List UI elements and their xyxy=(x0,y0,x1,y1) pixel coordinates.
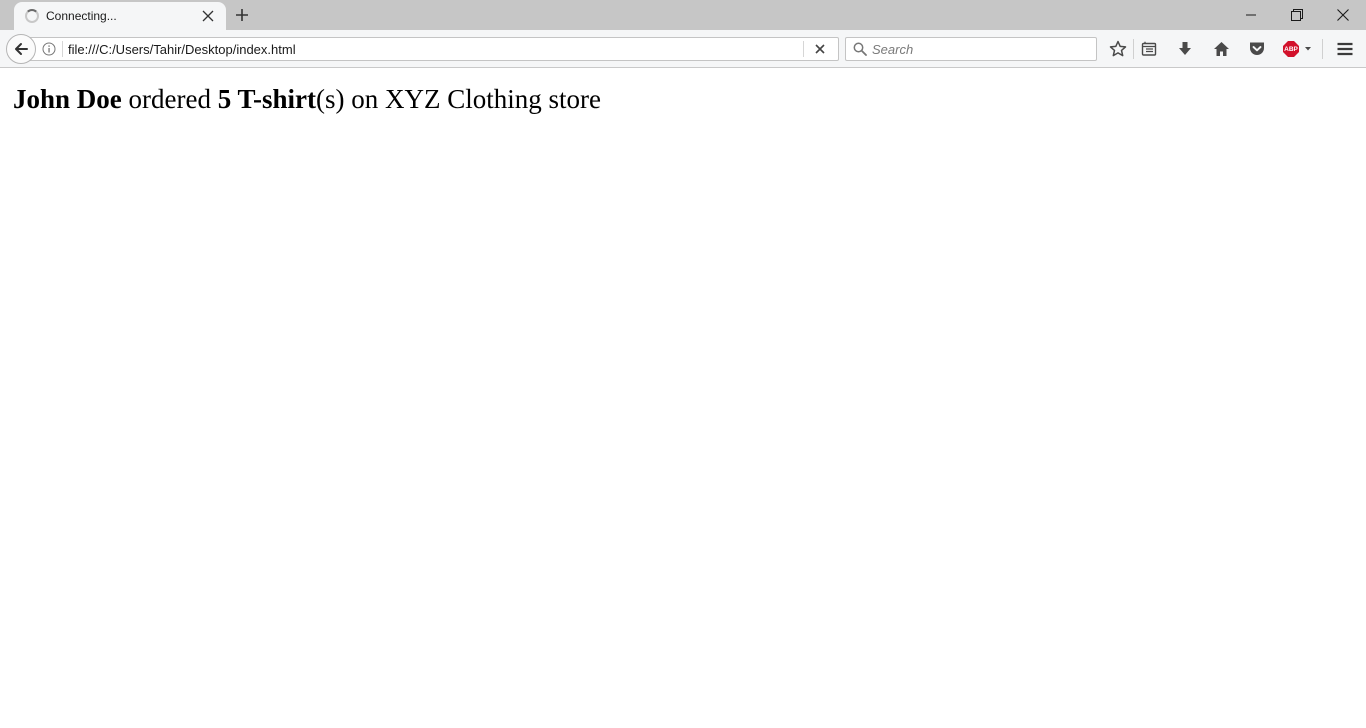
site-info-icon[interactable] xyxy=(42,42,56,56)
order-suffix: (s) on XYZ Clothing store xyxy=(316,84,601,114)
url-stop-separator xyxy=(803,41,804,57)
pocket-icon[interactable] xyxy=(1246,38,1268,60)
adblock-plus-icon[interactable]: ABP xyxy=(1281,38,1315,60)
window-minimize-button[interactable] xyxy=(1228,0,1274,30)
navigation-toolbar: file:///C:/Users/Tahir/Desktop/index.htm… xyxy=(0,30,1366,68)
tab-title: Connecting... xyxy=(46,9,117,23)
page-content: John Doe ordered 5 T-shirt(s) on XYZ Clo… xyxy=(0,69,1366,728)
url-text[interactable]: file:///C:/Users/Tahir/Desktop/index.htm… xyxy=(68,42,296,57)
adblock-label: ABP xyxy=(1284,46,1298,53)
reading-list-icon[interactable] xyxy=(1138,38,1160,60)
toolbar-separator xyxy=(1322,39,1323,59)
menu-icon[interactable] xyxy=(1334,38,1356,60)
loading-spinner-icon xyxy=(25,9,39,23)
url-bar[interactable]: file:///C:/Users/Tahir/Desktop/index.htm… xyxy=(30,37,839,61)
customer-name: John Doe xyxy=(13,84,122,114)
order-summary: John Doe ordered 5 T-shirt(s) on XYZ Clo… xyxy=(13,84,601,115)
search-icon xyxy=(853,42,867,56)
download-icon[interactable] xyxy=(1174,38,1196,60)
url-separator xyxy=(62,41,63,57)
tab-close-icon[interactable] xyxy=(200,8,216,24)
order-quantity-product: 5 T-shirt xyxy=(217,84,317,114)
search-bar[interactable] xyxy=(845,37,1097,61)
new-tab-button[interactable] xyxy=(232,5,252,25)
window-close-button[interactable] xyxy=(1320,0,1366,30)
bookmark-star-icon[interactable] xyxy=(1107,38,1129,60)
toolbar-separator xyxy=(1133,39,1134,59)
window-restore-button[interactable] xyxy=(1274,0,1320,30)
search-input[interactable] xyxy=(872,40,1092,58)
home-icon[interactable] xyxy=(1210,38,1232,60)
stop-loading-icon[interactable] xyxy=(812,41,828,57)
back-button[interactable] xyxy=(6,34,36,64)
tab-strip: Connecting... xyxy=(0,0,1366,30)
order-verb: ordered xyxy=(121,84,218,114)
tab-active[interactable]: Connecting... xyxy=(14,2,226,30)
